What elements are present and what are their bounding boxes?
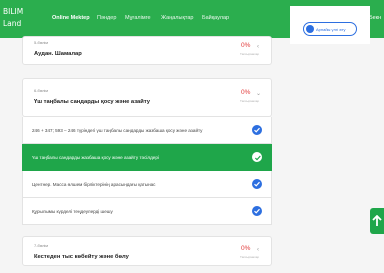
section-progress-caption: Тапсырмалар bbox=[240, 99, 260, 103]
section-title: Үш таңбалы сандарды қосу және азайту bbox=[34, 99, 151, 105]
check-icon bbox=[252, 206, 262, 216]
logo[interactable]: BILIM Land bbox=[3, 6, 27, 30]
check-icon bbox=[252, 125, 262, 135]
nav-online-mektep[interactable]: Online Mektep bbox=[52, 15, 90, 21]
lesson-title[interactable]: Центнер. Масса өлшем бірліктерінің арасы… bbox=[32, 182, 155, 187]
section-progress: 0% bbox=[241, 42, 251, 49]
chevron-icon[interactable]: ‹ bbox=[257, 247, 259, 253]
chevron-down-icon[interactable]: ⌄ bbox=[256, 90, 261, 97]
logo-line-1: BILIM bbox=[3, 7, 24, 16]
side-action-label: Арнайы үлгі өту bbox=[316, 27, 346, 32]
lesson-title[interactable]: 246 + 347; 593 – 246 түріндегі үш таңбал… bbox=[32, 128, 202, 133]
section-progress-caption: Тапсырмалар bbox=[240, 255, 260, 259]
section-progress: 0% bbox=[241, 245, 251, 252]
section-progress-caption: Тапсырмалар bbox=[240, 52, 260, 56]
section-number: 6-бөлім bbox=[34, 88, 49, 93]
arrow-up-icon bbox=[372, 215, 382, 226]
check-icon bbox=[252, 179, 262, 189]
lesson-title[interactable]: Үш таңбалы сандарды жазбаша қосу және аз… bbox=[32, 155, 159, 160]
section-number: 7-бөлім bbox=[34, 243, 49, 248]
section-title: Кестеден тыс көбейту және бөлу bbox=[34, 254, 129, 260]
play-icon bbox=[306, 25, 314, 33]
logo-line-2: Land bbox=[3, 19, 22, 28]
nav-contests[interactable]: Байқаулар bbox=[202, 15, 229, 21]
lesson-title[interactable]: Құрылымы күрделі теңдеулерді шешу bbox=[32, 209, 113, 214]
section-title: Аудан. Шамалар bbox=[34, 51, 82, 57]
chevron-icon[interactable]: ‹ bbox=[257, 44, 259, 50]
section-number: 5-бөлім bbox=[34, 40, 49, 45]
check-icon bbox=[252, 152, 262, 162]
nav-teachers[interactable]: Мұғалімге bbox=[125, 15, 151, 21]
user-name[interactable]: Бекн bbox=[369, 15, 381, 21]
section-progress: 0% bbox=[241, 89, 251, 96]
nav-news[interactable]: Жаңалықтар bbox=[161, 15, 193, 21]
section-card-expanded[interactable] bbox=[22, 78, 272, 117]
nav-subjects[interactable]: Пәндер bbox=[97, 15, 116, 21]
section-card[interactable] bbox=[22, 236, 272, 266]
scroll-top-button[interactable] bbox=[370, 208, 384, 234]
